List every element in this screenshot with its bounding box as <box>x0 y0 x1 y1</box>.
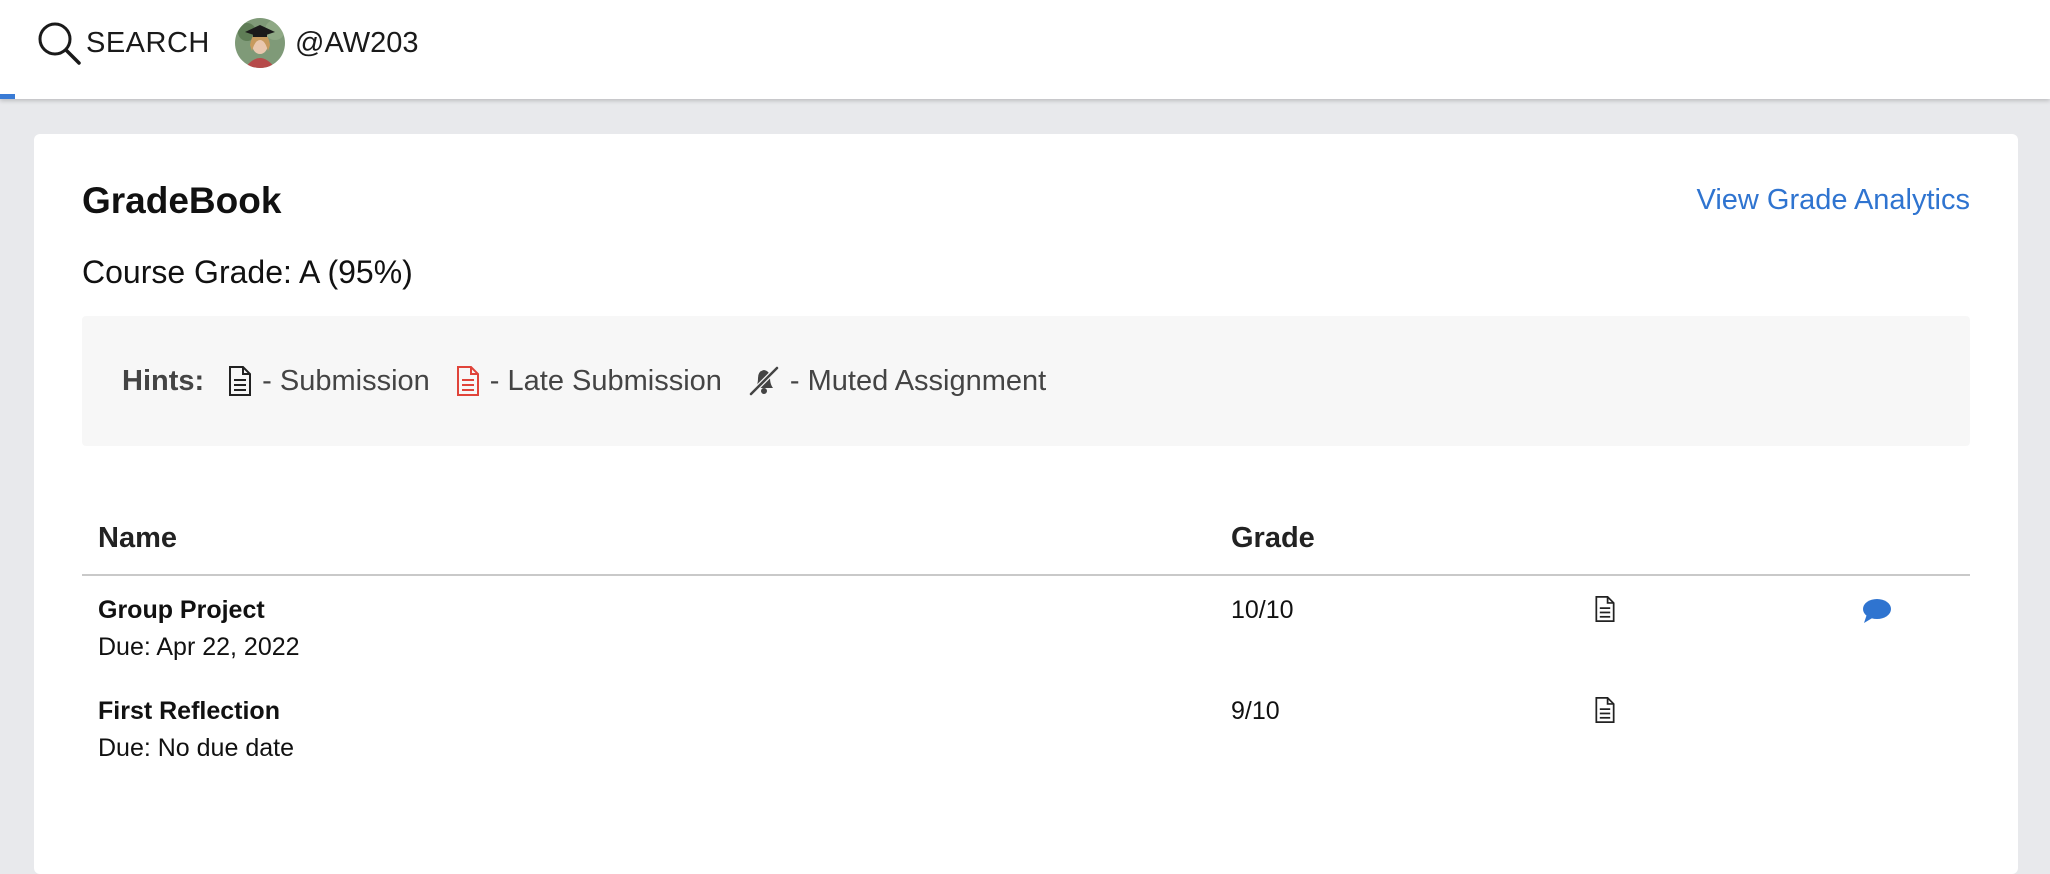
grades-table: Name Grade Group Project Due: Apr 22, 20… <box>82 502 1970 778</box>
comment-icon <box>1863 599 1891 623</box>
column-header-name[interactable]: Name <box>98 522 177 555</box>
table-row: First Reflection Due: No due date 9/10 <box>82 677 1970 778</box>
submission-button[interactable] <box>1594 596 1616 627</box>
page-title: GradeBook <box>82 180 282 221</box>
comment-button[interactable] <box>1862 598 1892 629</box>
late-document-icon <box>456 366 479 396</box>
search-label: SEARCH <box>86 26 210 59</box>
document-icon <box>1595 697 1615 723</box>
hint-late-submission-label: - Late Submission <box>489 364 722 397</box>
assignment-cell: Group Project Due: Apr 22, 2022 <box>98 596 300 662</box>
user-handle: @AW203 <box>295 26 419 59</box>
column-header-grade[interactable]: Grade <box>1231 522 1315 555</box>
assignment-due-date: Due: No due date <box>98 734 294 762</box>
course-grade: Course Grade: A (95%) <box>82 254 413 290</box>
assignment-due-date: Due: Apr 22, 2022 <box>98 633 300 661</box>
table-header: Name Grade <box>82 502 1970 576</box>
table-row: Group Project Due: Apr 22, 2022 10/10 <box>82 576 1970 677</box>
hints-title: Hints: <box>122 364 205 397</box>
top-navigation-bar: SEARCH @AW203 <box>0 0 2050 99</box>
assignment-name[interactable]: Group Project <box>98 596 300 625</box>
search-icon <box>38 22 81 65</box>
assignment-grade: 9/10 <box>1231 697 1280 725</box>
gradebook-card: GradeBook View Grade Analytics Course Gr… <box>34 134 2018 874</box>
document-icon <box>1595 596 1615 622</box>
hint-submission: - Submission <box>228 365 430 398</box>
hints-panel: Hints: - Submission - Late Submission - … <box>82 316 1970 446</box>
assignment-cell: First Reflection Due: No due date <box>98 697 294 763</box>
hint-submission-label: - Submission <box>262 364 430 397</box>
submission-button[interactable] <box>1594 697 1616 728</box>
document-icon <box>229 366 252 396</box>
assignment-grade: 10/10 <box>1231 596 1294 624</box>
user-profile-link[interactable]: @AW203 <box>235 18 418 68</box>
hint-muted-assignment-label: - Muted Assignment <box>789 364 1047 397</box>
view-grade-analytics-link[interactable]: View Grade Analytics <box>1697 184 1971 217</box>
search-button[interactable]: SEARCH <box>36 18 210 68</box>
avatar <box>235 18 285 68</box>
hint-late-submission: - Late Submission <box>456 365 722 398</box>
assignment-name[interactable]: First Reflection <box>98 697 294 726</box>
hint-muted-assignment: - Muted Assignment <box>748 365 1046 398</box>
active-tab-indicator <box>0 94 15 99</box>
muted-bell-icon <box>749 366 779 396</box>
